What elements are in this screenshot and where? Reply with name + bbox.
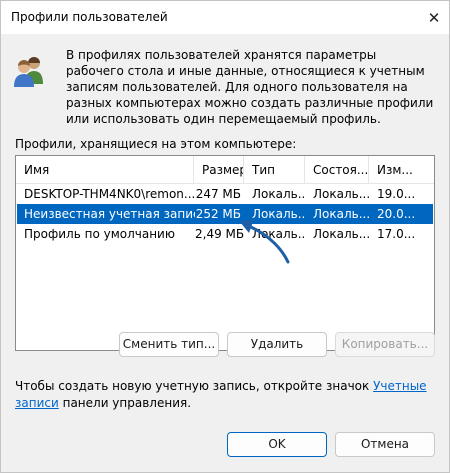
profile-modified: 20.0...	[377, 207, 416, 221]
profile-name: Неизвестная учетная запись	[24, 207, 195, 221]
profile-name: Профиль по умолчанию	[24, 227, 175, 241]
users-icon	[14, 57, 43, 87]
column-header-type[interactable]: Тип	[244, 156, 305, 184]
column-header-status[interactable]: Состоя...	[305, 156, 369, 184]
profile-row[interactable]: DESKTOP-THM4NK0\remon... 247 МБ Локаль..…	[17, 184, 433, 204]
column-header-size[interactable]: Размер	[194, 156, 244, 184]
profile-name: DESKTOP-THM4NK0\remon...	[24, 187, 195, 201]
title-bar: Профили пользователей ✕	[1, 1, 449, 34]
footer-text: Чтобы создать новую учетную запись, откр…	[15, 378, 435, 412]
change-type-button[interactable]: Сменить тип...	[119, 332, 219, 357]
profile-status: Локаль...	[313, 227, 370, 241]
profile-status: Локаль...	[313, 207, 370, 221]
profile-size: 2,49 МБ	[195, 227, 245, 241]
profile-size: 247 МБ	[195, 187, 241, 201]
profile-type: Локаль...	[252, 207, 306, 221]
dialog-body: В профилях пользователей хранятся параме…	[1, 34, 449, 472]
profile-status: Локаль...	[313, 187, 370, 201]
user-profiles-dialog: Профили пользователей ✕ В профилях польз…	[0, 0, 450, 473]
delete-button[interactable]: Удалить	[227, 332, 327, 357]
close-icon[interactable]: ✕	[419, 1, 449, 34]
column-header-modified[interactable]: Изм...	[369, 156, 433, 184]
footer-text-after: панели управления.	[58, 396, 192, 410]
cancel-button[interactable]: Отмена	[335, 432, 435, 457]
window-title: Профили пользователей	[11, 10, 168, 24]
copy-button[interactable]: Копировать...	[335, 332, 435, 357]
profile-modified: 19.0...	[377, 187, 416, 201]
profiles-listview[interactable]: Имя Размер Тип Состоя... Изм... DESKTOP-…	[15, 155, 435, 351]
profile-modified: 17.0...	[377, 227, 416, 241]
profile-type: Локаль...	[252, 227, 306, 241]
profile-size: 252 МБ	[195, 207, 241, 221]
profile-type: Локаль...	[252, 187, 306, 201]
ok-button[interactable]: OK	[227, 432, 327, 457]
column-header-name[interactable]: Имя	[16, 156, 194, 184]
profile-row-selected[interactable]: Неизвестная учетная запись 252 МБ Локаль…	[17, 204, 433, 224]
profile-row[interactable]: Профиль по умолчанию 2,49 МБ Локаль... Л…	[17, 224, 433, 244]
profiles-list-label: Профили, хранящиеся на этом компьютере:	[15, 137, 297, 151]
intro-text: В профилях пользователей хранятся параме…	[66, 48, 434, 126]
footer-text-before: Чтобы создать новую учетную запись, откр…	[15, 379, 374, 393]
listview-header: Имя Размер Тип Состоя... Изм...	[16, 156, 434, 184]
